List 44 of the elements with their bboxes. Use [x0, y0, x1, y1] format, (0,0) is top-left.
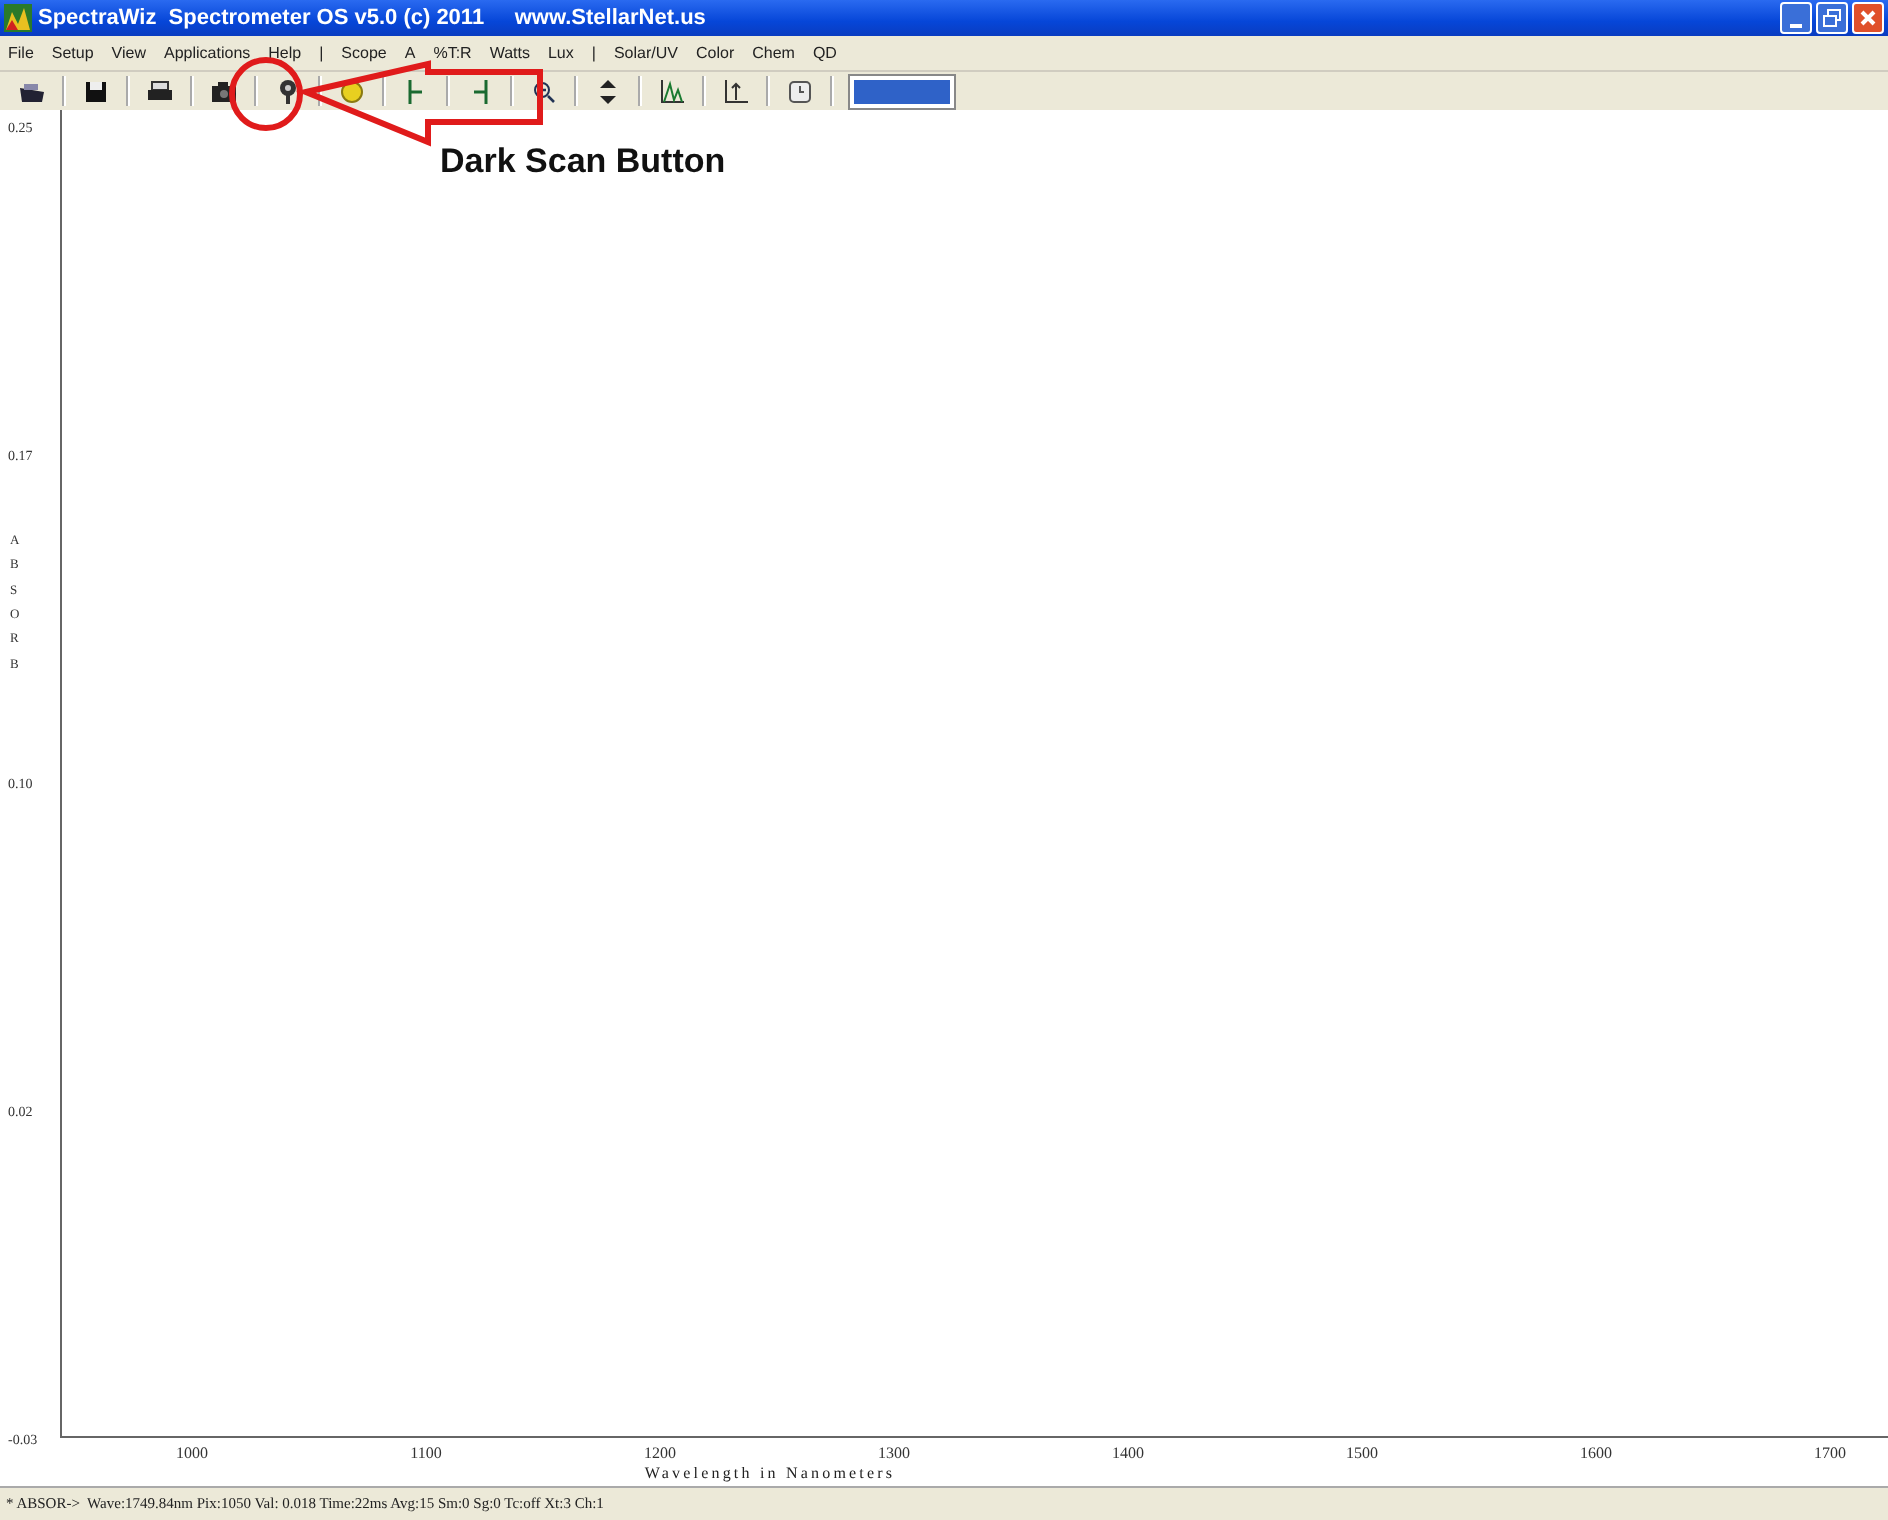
close-button[interactable] — [1852, 2, 1884, 34]
menu-item[interactable]: Scope — [341, 44, 387, 62]
window-title: SpectraWiz Spectrometer OS v5.0 (c) 2011 www.StellarNet.us — [38, 6, 706, 30]
menu-item[interactable]: %T:R — [433, 44, 472, 62]
zoom-out-icon — [532, 79, 556, 103]
close-icon — [1858, 8, 1878, 28]
minimize-button[interactable] — [1780, 2, 1812, 34]
menu-item[interactable]: QD — [812, 44, 837, 62]
callout-text: Dark Scan Button — [440, 142, 726, 182]
x-tick-label: 1300 — [876, 1444, 912, 1462]
clock-icon — [788, 79, 812, 103]
menu-item[interactable]: | — [319, 44, 324, 62]
minimize-icon — [1790, 23, 1802, 27]
menu-item[interactable]: File — [8, 44, 34, 62]
menu-item[interactable]: View — [111, 44, 146, 62]
menu-item[interactable]: Lux — [547, 44, 574, 62]
left-bracket-icon — [406, 79, 426, 103]
x-tick-label: 1700 — [1812, 1444, 1848, 1462]
x-axis-label: Wavelength in Nanometers — [642, 1464, 898, 1482]
spectrum-icon — [4, 4, 32, 32]
menu-item[interactable]: | — [591, 44, 596, 62]
menu-item[interactable]: Solar/UV — [613, 44, 678, 62]
menu-item[interactable]: Chem — [752, 44, 795, 62]
x-tick-label: 1200 — [642, 1444, 678, 1462]
x-tick-label: 1600 — [1578, 1444, 1614, 1462]
restore-button[interactable] — [1816, 2, 1848, 34]
menu-item[interactable]: Setup — [51, 44, 94, 62]
floppy-icon — [84, 79, 108, 103]
right-bracket-icon — [470, 79, 490, 103]
printer-icon — [146, 79, 174, 103]
up-down-arrow-icon — [600, 79, 616, 103]
menu-item[interactable]: Help — [268, 44, 302, 62]
graph-arrow-icon — [724, 79, 748, 103]
menu-item[interactable]: Applications — [164, 44, 251, 62]
x-tick-label: 1400 — [1110, 1444, 1146, 1462]
x-tick-label: 1000 — [174, 1444, 210, 1462]
x-tick-label: 1100 — [408, 1444, 444, 1462]
menu-item[interactable]: A — [404, 44, 416, 62]
restore-icon — [1822, 8, 1842, 28]
menu-item[interactable]: Color — [695, 44, 735, 62]
x-tick-label: 1500 — [1344, 1444, 1380, 1462]
menu-item[interactable]: Watts — [489, 44, 530, 62]
bulb-icon — [278, 77, 298, 105]
peak-graph-icon — [660, 79, 684, 103]
